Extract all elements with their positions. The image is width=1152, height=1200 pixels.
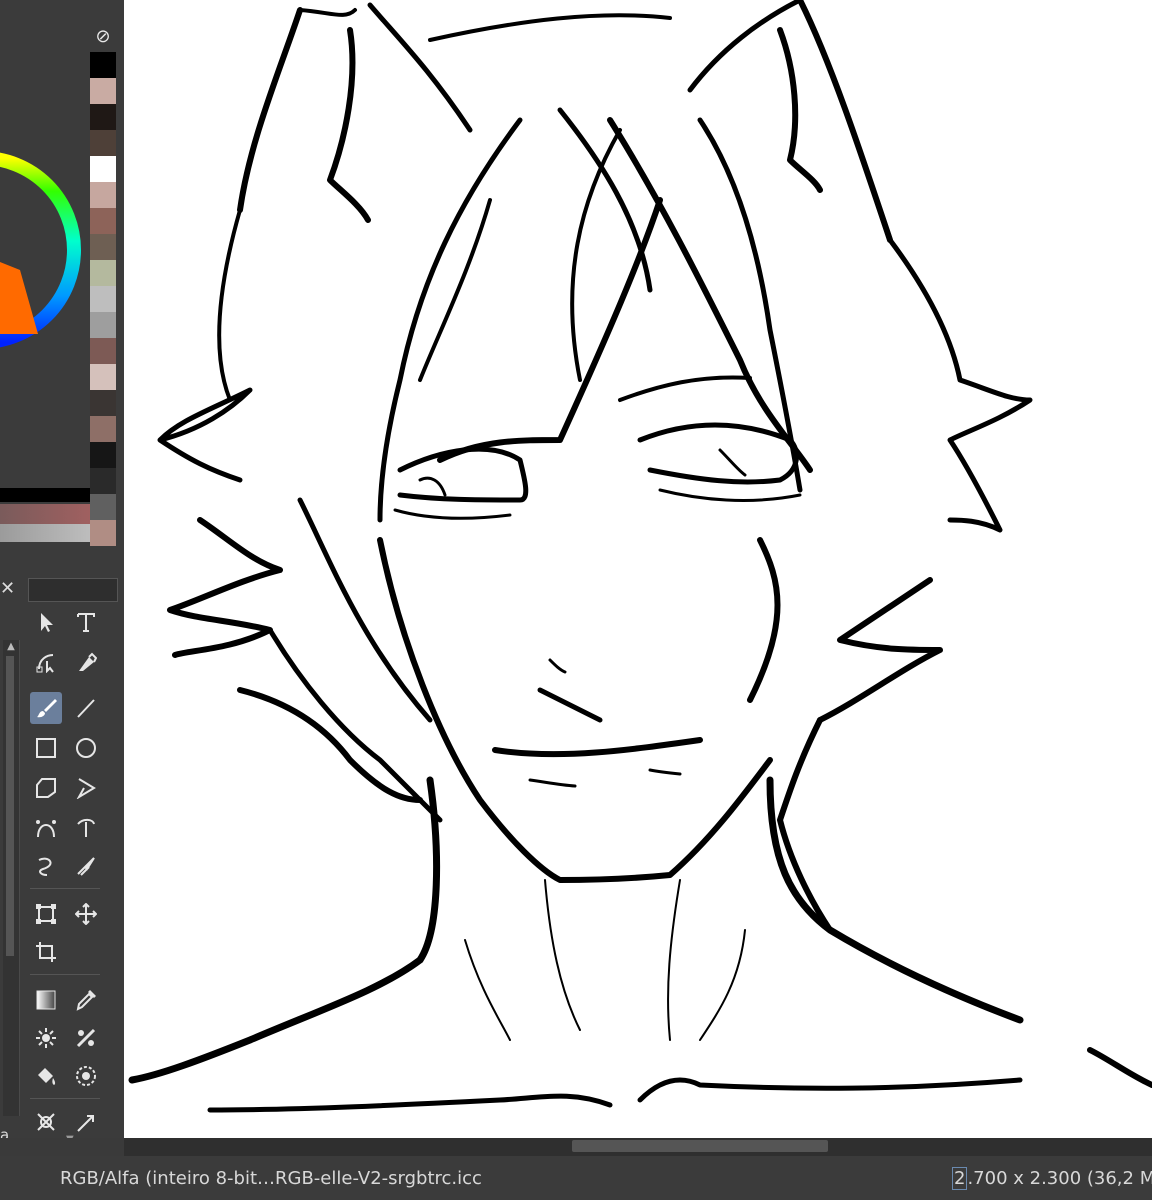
palette-swatch[interactable]	[90, 390, 116, 416]
freehand-path-icon[interactable]	[70, 812, 102, 844]
palette-swatch[interactable]	[90, 260, 116, 286]
no-color-icon[interactable]: ⊘	[92, 26, 114, 48]
palette-swatch[interactable]	[90, 234, 116, 260]
dynamic-brush-icon[interactable]	[30, 850, 62, 882]
rectangle-icon[interactable]	[30, 732, 62, 764]
scroll-down-icon[interactable]: ▼	[66, 1134, 74, 1138]
bezier-curve-icon[interactable]	[30, 812, 62, 844]
palette-swatch[interactable]	[90, 468, 116, 494]
scrollbar-thumb[interactable]	[572, 1140, 828, 1152]
edit-shapes-icon[interactable]	[30, 646, 62, 678]
palette-swatch[interactable]	[90, 78, 116, 104]
color-wheel[interactable]	[0, 0, 88, 490]
enclose-fill-icon[interactable]	[70, 1060, 102, 1092]
color-profile-info[interactable]: RGB/Alfa (inteiro 8-bit…RGB-elle-V2-srgb…	[60, 1168, 482, 1189]
toolbox-scrollbar[interactable]: ▲	[3, 640, 20, 1116]
toolbox-divider	[30, 888, 100, 889]
advanced-color-selector[interactable]	[0, 0, 88, 490]
ellipse-icon[interactable]	[70, 732, 102, 764]
toolbox-divider	[30, 1098, 100, 1099]
palette-swatch[interactable]	[90, 52, 116, 78]
fill-icon[interactable]	[30, 1060, 62, 1092]
palette-swatch[interactable]	[90, 130, 116, 156]
polygon-icon[interactable]	[30, 772, 62, 804]
palette-swatch[interactable]	[90, 364, 116, 390]
palette-swatch[interactable]	[90, 286, 116, 312]
palette-swatch[interactable]	[90, 182, 116, 208]
line-icon[interactable]	[70, 692, 102, 724]
palette-swatches	[90, 52, 116, 546]
transform-icon[interactable]	[30, 898, 62, 930]
palette-swatch[interactable]	[90, 156, 116, 182]
close-icon[interactable]: ✕	[0, 578, 15, 599]
smart-patch-icon[interactable]	[30, 1022, 62, 1054]
calligraphy-icon[interactable]	[70, 646, 102, 678]
gradient-icon[interactable]	[30, 984, 62, 1016]
image-size-info[interactable]: 2.700 x 2.300 (36,2 MiB	[952, 1167, 1152, 1190]
palette-swatch[interactable]	[90, 312, 116, 338]
freehand-brush-icon[interactable]	[30, 692, 62, 724]
foreground-color-bar[interactable]	[0, 488, 90, 502]
color-picker-icon[interactable]	[70, 984, 102, 1016]
left-dock: ⊘ ✕ ▲ a	[0, 0, 124, 1138]
color-history-bar[interactable]	[0, 504, 90, 524]
palette-swatch[interactable]	[90, 520, 116, 546]
color-triangle[interactable]	[0, 262, 38, 334]
palette-swatch[interactable]	[90, 104, 116, 130]
image-size-info-cursor: 2	[952, 1167, 968, 1190]
move-icon[interactable]	[70, 898, 102, 930]
palette-swatch[interactable]	[90, 494, 116, 520]
scroll-up-icon[interactable]: ▲	[3, 640, 19, 654]
drawing-canvas[interactable]	[124, 0, 1152, 1138]
measure-icon[interactable]	[30, 1106, 62, 1138]
toolbox-search-field[interactable]	[28, 578, 118, 602]
reference-icon[interactable]	[70, 1106, 102, 1138]
toolbox-divider	[30, 974, 100, 975]
text-icon[interactable]	[70, 606, 102, 638]
image-size-info-text: .700 x 2.300 (36,2 MiB	[967, 1168, 1152, 1189]
assistant-icon[interactable]	[70, 1022, 102, 1054]
status-bar: RGB/Alfa (inteiro 8-bit…RGB-elle-V2-srgb…	[0, 1156, 1152, 1200]
sketch-artwork	[128, 0, 1152, 1113]
canvas-horizontal-scrollbar[interactable]	[124, 1138, 1152, 1156]
docker-cut-label: a	[0, 1126, 10, 1138]
gray-history-bar[interactable]	[0, 524, 90, 542]
select-shape-icon[interactable]	[30, 606, 62, 638]
palette-swatch[interactable]	[90, 416, 116, 442]
crop-icon[interactable]	[30, 936, 62, 968]
scrollbar-thumb[interactable]	[6, 656, 14, 956]
multibrush-icon[interactable]	[70, 850, 102, 882]
palette-swatch[interactable]	[90, 442, 116, 468]
palette-swatch[interactable]	[90, 208, 116, 234]
palette-swatch[interactable]	[90, 338, 116, 364]
polyline-icon[interactable]	[70, 772, 102, 804]
